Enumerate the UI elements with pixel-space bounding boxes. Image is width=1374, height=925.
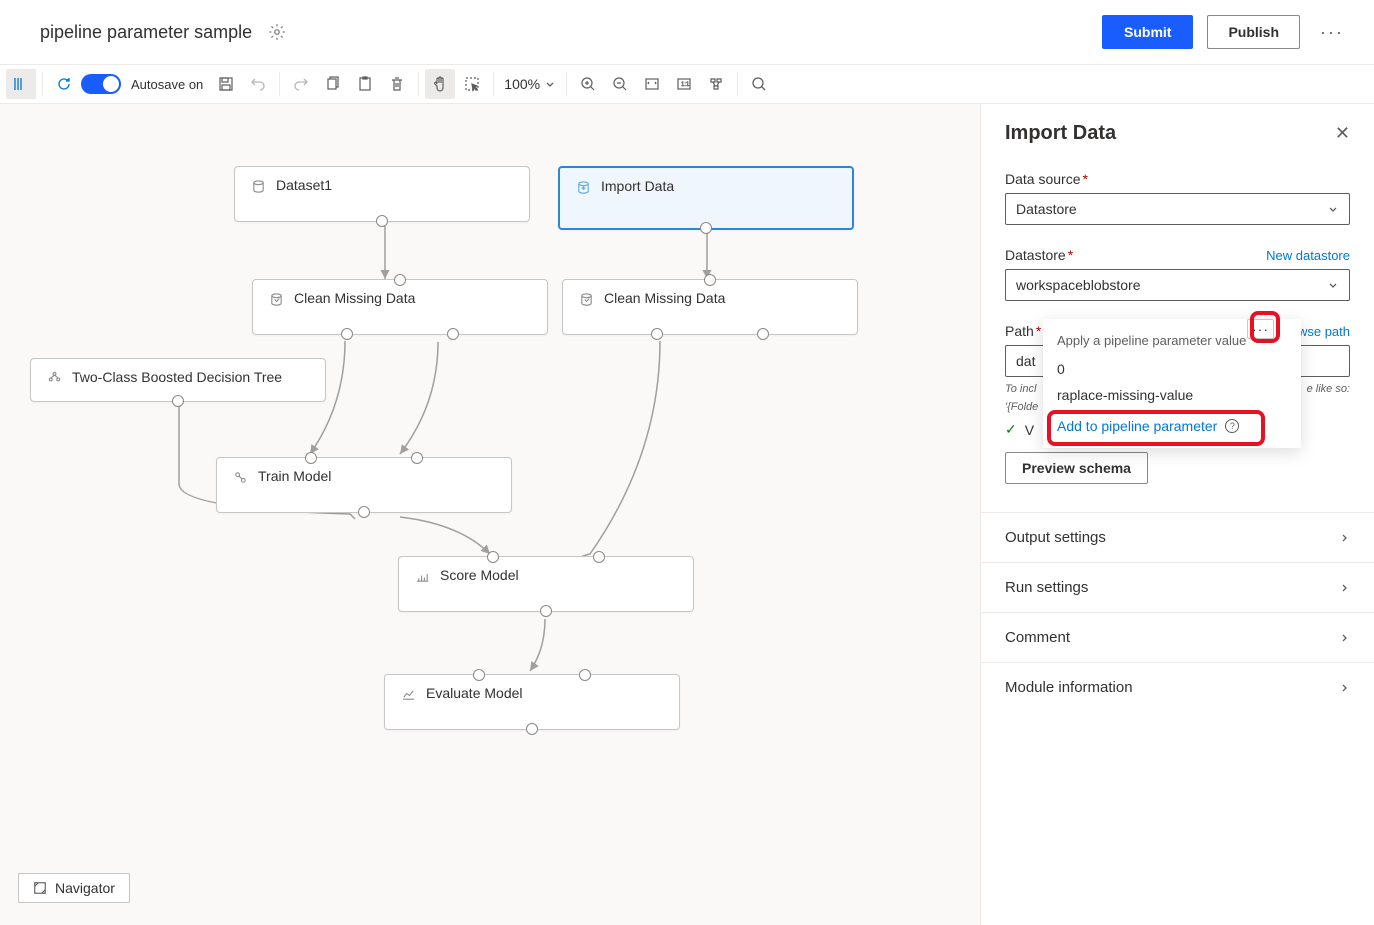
chevron-right-icon <box>1338 582 1350 594</box>
port-in[interactable] <box>305 452 317 464</box>
node-score-model[interactable]: Score Model <box>398 556 694 612</box>
port-in[interactable] <box>704 274 716 286</box>
check-icon: ✓ <box>1005 421 1017 438</box>
refresh-icon[interactable] <box>49 69 79 99</box>
close-icon[interactable]: ✕ <box>1335 123 1350 144</box>
database-icon <box>251 179 266 194</box>
port-out[interactable] <box>376 215 388 227</box>
datasource-select[interactable]: Datastore <box>1005 193 1350 225</box>
select-icon[interactable] <box>457 69 487 99</box>
node-import-data[interactable]: Import Data <box>558 166 854 230</box>
fit-screen-icon[interactable] <box>637 69 667 99</box>
info-icon: ? <box>1225 419 1239 433</box>
preview-schema-button[interactable]: Preview schema <box>1005 452 1148 484</box>
navigator-button[interactable]: Navigator <box>18 873 130 903</box>
score-icon <box>415 569 430 584</box>
port-out[interactable] <box>757 328 769 340</box>
path-label: Path* <box>1005 323 1041 339</box>
node-train-model[interactable]: Train Model <box>216 457 512 513</box>
publish-button[interactable]: Publish <box>1207 15 1300 49</box>
properties-panel: Import Data ✕ Data source* Datastore Dat… <box>980 104 1374 925</box>
port-out[interactable] <box>172 395 184 407</box>
submit-button[interactable]: Submit <box>1102 15 1193 49</box>
port-out[interactable] <box>358 506 370 518</box>
tree-icon <box>47 371 62 386</box>
datasource-label: Data source* <box>1005 171 1350 187</box>
panel-title: Import Data <box>1005 122 1116 145</box>
save-icon[interactable] <box>211 69 241 99</box>
popup-item-1[interactable]: raplace-missing-value <box>1043 382 1301 408</box>
actual-size-icon[interactable]: 1:1 <box>669 69 699 99</box>
clean-icon <box>269 292 284 307</box>
undo-icon[interactable] <box>243 69 273 99</box>
search-icon[interactable] <box>744 69 774 99</box>
datastore-label: Datastore* <box>1005 247 1073 263</box>
section-run-settings[interactable]: Run settings <box>981 562 1374 612</box>
chevron-right-icon <box>1338 632 1350 644</box>
chevron-down-icon <box>1327 279 1339 291</box>
port-in[interactable] <box>411 452 423 464</box>
port-out[interactable] <box>341 328 353 340</box>
section-comment[interactable]: Comment <box>981 612 1374 662</box>
node-dataset1[interactable]: Dataset1 <box>234 166 530 222</box>
navigator-icon <box>33 881 47 895</box>
node-clean-missing-2[interactable]: Clean Missing Data <box>562 279 858 335</box>
autolayout-icon[interactable] <box>701 69 731 99</box>
port-in[interactable] <box>487 551 499 563</box>
port-in[interactable] <box>394 274 406 286</box>
page-title: pipeline parameter sample <box>40 22 252 43</box>
datastore-select[interactable]: workspaceblobstore <box>1005 269 1350 301</box>
delete-icon[interactable] <box>382 69 412 99</box>
port-out[interactable] <box>447 328 459 340</box>
node-clean-missing-1[interactable]: Clean Missing Data <box>252 279 548 335</box>
port-out[interactable] <box>526 723 538 735</box>
port-in[interactable] <box>579 669 591 681</box>
port-in[interactable] <box>593 551 605 563</box>
popup-item-0[interactable]: 0 <box>1043 356 1301 382</box>
pan-icon[interactable] <box>425 69 455 99</box>
port-out[interactable] <box>700 222 712 234</box>
port-out[interactable] <box>540 605 552 617</box>
add-to-pipeline-parameter[interactable]: Add to pipeline parameter ? <box>1043 408 1301 440</box>
chevron-right-icon <box>1338 532 1350 544</box>
copy-icon[interactable] <box>318 69 348 99</box>
node-evaluate-model[interactable]: Evaluate Model <box>384 674 680 730</box>
autosave-label: Autosave on <box>131 77 203 92</box>
more-icon[interactable]: ··· <box>1314 22 1350 43</box>
panel-toggle-icon[interactable] <box>6 69 36 99</box>
chevron-right-icon <box>1338 682 1350 694</box>
zoom-in-icon[interactable] <box>573 69 603 99</box>
autosave-toggle[interactable] <box>81 74 121 94</box>
redo-icon[interactable] <box>286 69 316 99</box>
new-datastore-link[interactable]: New datastore <box>1266 248 1350 263</box>
port-out[interactable] <box>651 328 663 340</box>
port-in[interactable] <box>473 669 485 681</box>
train-icon <box>233 470 248 485</box>
chevron-down-icon <box>1327 203 1339 215</box>
clean-icon <box>579 292 594 307</box>
section-output-settings[interactable]: Output settings <box>981 512 1374 562</box>
import-icon <box>576 180 591 195</box>
path-more-button[interactable]: ··· <box>1247 319 1274 339</box>
section-module-info[interactable]: Module information <box>981 662 1374 712</box>
paste-icon[interactable] <box>350 69 380 99</box>
svg-text:1:1: 1:1 <box>681 82 690 88</box>
settings-icon[interactable] <box>268 23 286 41</box>
zoom-out-icon[interactable] <box>605 69 635 99</box>
zoom-level[interactable]: 100% <box>500 76 560 92</box>
node-two-class[interactable]: Two-Class Boosted Decision Tree <box>30 358 326 402</box>
evaluate-icon <box>401 687 416 702</box>
